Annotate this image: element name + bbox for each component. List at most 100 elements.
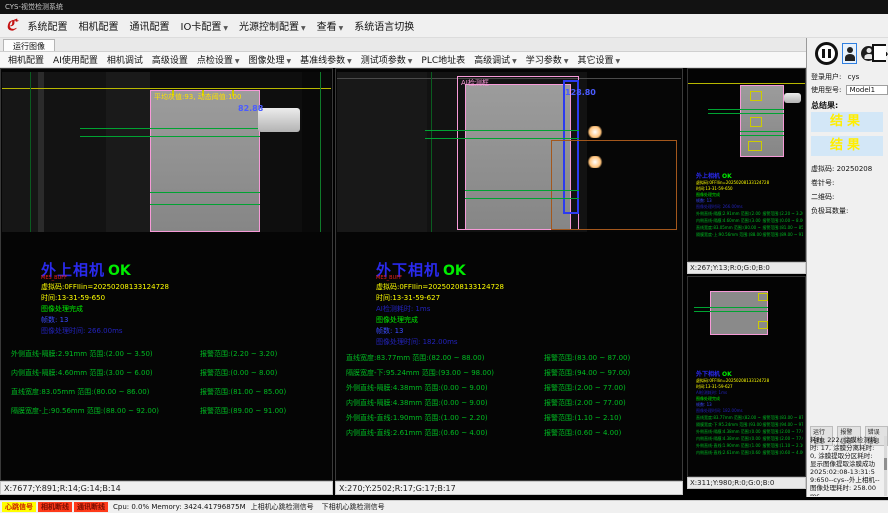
measure-line (708, 109, 784, 110)
measurement-alarm-range: 报警范围:(81.00 ~ 85.00) (200, 387, 326, 406)
toolbar-item-图像处理[interactable]: 图像处理▼ (249, 53, 292, 66)
measure-line (740, 135, 784, 136)
measurement-value: 外侧直线-隔膜:4.38mm 范围:(0.00 ~ 9.00) (696, 428, 762, 435)
measurement-row: 外侧直线-隔膜:4.38mm 范围:(0.00 ~ 9.00)报警范围:(2.0… (346, 383, 676, 398)
camera-status: OK (108, 263, 131, 279)
result-box: 结果 (811, 136, 883, 156)
camera-image-lower[interactable]: AI检测框 128.80 (337, 72, 681, 232)
camera-status: OK (443, 263, 466, 279)
toolbar-item-点检设置[interactable]: 点检设置▼ (197, 53, 240, 66)
control-sidebar: ↦ 登录用户: cys 使用型号: Model1 总结果: 结果结果虚拟码: 2… (806, 38, 888, 497)
measure-line (425, 130, 579, 131)
measurement-alarm-range: 报警范围:(94.00 ~ 97.00) (762, 421, 803, 428)
measurement-value: 直线宽度:83.05mm 范围:(80.00 ~ 86.00) (696, 224, 762, 231)
measurement-row: 外侧直线-隔膜:2.91mm 范围:(2.00 ~ 3.50)报警范围:(2.2… (11, 349, 326, 368)
result-box: 结果 (811, 112, 883, 132)
menu-item-相机配置[interactable]: 相机配置 (79, 18, 119, 33)
login-user-row: 登录用户: cys (811, 72, 859, 82)
toolbar-item-相机调试[interactable]: 相机调试 (107, 53, 143, 66)
roi-box-overlay (748, 141, 762, 151)
measure-line (150, 192, 260, 193)
menu-item-光源控制配置[interactable]: 光源控制配置▼ (239, 18, 306, 33)
measurement-alarm-range: 报警范围:(1.10 ~ 2.10) (544, 413, 676, 428)
total-result-label: 总结果: (811, 100, 838, 111)
status-badge-通讯断线: 通讯断线 (74, 502, 108, 512)
toolbar-item-AI使用配置[interactable]: AI使用配置 (53, 53, 98, 66)
measurement-row: 内侧直线-隔膜:4.60mm 范围:(3.00 ~ 6.00)报警范围:(0.0… (11, 368, 326, 387)
camera-info-line: 帧数: 13 (41, 315, 169, 326)
measurement-alarm-range: 报警范围:(0.00 ~ 8.00) (200, 368, 326, 387)
menu-item-系统语言切换[interactable]: 系统语言切换 (354, 18, 414, 33)
machine-band (2, 72, 38, 232)
measure-value-overlay: 128.80 (565, 88, 596, 97)
thumbnail-lower-camera[interactable]: 外下相机OK虚拟码:0FFIIin=20250208133124728时间:13… (687, 276, 806, 477)
status-badges: 心跳信号相机断线通讯断线 (2, 502, 108, 512)
model-select[interactable]: Model1 (846, 85, 888, 95)
login-user-value: cys (848, 73, 860, 81)
mes-flag: MES_BUFF (376, 275, 402, 281)
thumbnail-measurement-row: 隔膜宽度-上:90.56mm 范围:(88.00 ~ 92.00)报警范围:(8… (696, 231, 803, 238)
chevron-down-icon: ▼ (235, 58, 240, 65)
measurement-value: 内侧直线-直线:2.61mm 范围:(0.60 ~ 4.00) (696, 449, 762, 456)
measurement-alarm-range: 报警范围:(94.00 ~ 97.00) (544, 368, 676, 383)
roi-box-overlay (750, 91, 762, 101)
orange-roi-overlay (551, 140, 677, 230)
measurement-value: 内侧直线-隔膜:4.60mm 范围:(3.00 ~ 6.00) (696, 217, 762, 224)
menu-item-系统配置[interactable]: 系统配置 (28, 18, 68, 33)
chevron-down-icon: ▼ (408, 58, 413, 65)
log-text: 耗时: 222, 涂膜检测耗时: 17, 涂膜分离耗时: 0, 涂膜提取分区耗时… (810, 436, 881, 496)
thumbnail-text-block: 外上相机OK虚拟码:0FFIIin=20250208133124728时间:13… (696, 171, 803, 238)
pause-button[interactable] (815, 42, 838, 65)
measurement-value: 隔膜宽度-下:95.24mm 范围:(93.00 ~ 98.00) (696, 421, 762, 428)
chevron-down-icon: ▼ (287, 58, 292, 65)
camera-image-upper[interactable]: 平均灰值:93, 动态阈值:100 82.88 (2, 72, 331, 232)
exit-button[interactable]: ↦ (872, 44, 886, 62)
menu-item-查看[interactable]: 查看▼ (317, 18, 344, 33)
measure-line (694, 307, 768, 308)
machine-band (106, 72, 150, 232)
measurement-list: 外侧直线-隔膜:2.91mm 范围:(2.00 ~ 3.50)报警范围:(2.2… (11, 349, 326, 425)
measurement-alarm-range: 报警范围:(0.60 ~ 4.00) (762, 449, 803, 456)
measure-line (80, 128, 260, 129)
log-scrollbar[interactable] (884, 436, 887, 496)
measurement-row: 直线宽度:83.05mm 范围:(80.00 ~ 86.00)报警范围:(81.… (11, 387, 326, 406)
measurement-value: 内侧直线-隔膜:4.60mm 范围:(3.00 ~ 6.00) (11, 368, 200, 387)
toolbar-item-PLC地址表[interactable]: PLC地址表 (421, 53, 465, 66)
sidebar-field-虚拟码:: 虚拟码: 20250208 (811, 164, 872, 174)
login-user-button[interactable] (842, 43, 857, 64)
measure-line (740, 131, 784, 132)
measurement-value: 隔膜宽度-下:95.24mm 范围:(93.00 ~ 98.00) (346, 368, 544, 383)
toolbar-item-基准线参数[interactable]: 基准线参数▼ (300, 53, 352, 66)
user-icon (847, 47, 853, 53)
baseline-overlay (2, 88, 331, 89)
measurement-row: 直线宽度:83.77mm 范围:(82.00 ~ 88.00)报警范围:(83.… (346, 353, 676, 368)
camera-info-line: 图像处理时间: 266.00ms (41, 326, 169, 337)
thumbnail-measurement-row: 外侧直线-隔膜:2.91mm 范围:(2.00 ~ 3.50)报警范围:(2.2… (696, 210, 803, 217)
thumbnail-upper-camera[interactable]: 外上相机OK虚拟码:0FFIIin=20250208133124728时间:13… (687, 68, 806, 262)
menu-item-IO卡配置[interactable]: IO卡配置▼ (181, 18, 228, 33)
measurement-alarm-range: 报警范围:(2.20 ~ 3.20) (200, 349, 326, 368)
toolbar-item-其它设置[interactable]: 其它设置▼ (577, 53, 620, 66)
camera-panel-lower[interactable]: AI检测框 128.80 外下相机OK MES_BUFF 虚拟码:0FFIIin… (335, 68, 683, 481)
pixel-coord-bar-lower: X:270;Y:2502;R:17;G:17;B:17 (335, 481, 683, 495)
measure-line (694, 311, 768, 312)
roi-box-overlay (750, 117, 762, 127)
chevron-down-icon: ▼ (223, 25, 228, 32)
measurement-value: 外侧直线-直线:1.90mm 范围:(1.00 ~ 2.20) (696, 442, 762, 449)
measurement-alarm-range: 报警范围:(2.00 ~ 77.00) (544, 383, 676, 398)
measurement-value: 直线宽度:83.77mm 范围:(82.00 ~ 88.00) (696, 414, 762, 421)
toolbar-item-高级调试[interactable]: 高级调试▼ (474, 53, 517, 66)
thumbnail-measurement-row: 内侧直线-直线:2.61mm 范围:(0.60 ~ 4.00)报警范围:(0.6… (696, 449, 803, 456)
camera-info-line: 图像处理时间: 182.00ms (376, 337, 504, 348)
measure-line (708, 113, 784, 114)
toolbar-item-学习参数[interactable]: 学习参数▼ (526, 53, 569, 66)
chevron-down-icon: ▼ (615, 58, 620, 65)
sidebar-field-负极耳数量:: 负极耳数量: (811, 206, 848, 216)
menu-item-通讯配置[interactable]: 通讯配置 (130, 18, 170, 33)
tab-run-image[interactable]: 运行图像 (3, 39, 55, 51)
toolbar-item-测试项参数[interactable]: 测试项参数▼ (361, 53, 413, 66)
toolbar-item-高级设置[interactable]: 高级设置 (152, 53, 188, 66)
camera-panel-upper[interactable]: 平均灰值:93, 动态阈值:100 82.88 外上相机OK MES_BUFF … (0, 68, 333, 481)
toolbar-item-相机配置[interactable]: 相机配置 (8, 53, 44, 66)
measurement-value: 隔膜宽度-上:90.56mm 范围:(88.00 ~ 92.00) (696, 231, 762, 238)
